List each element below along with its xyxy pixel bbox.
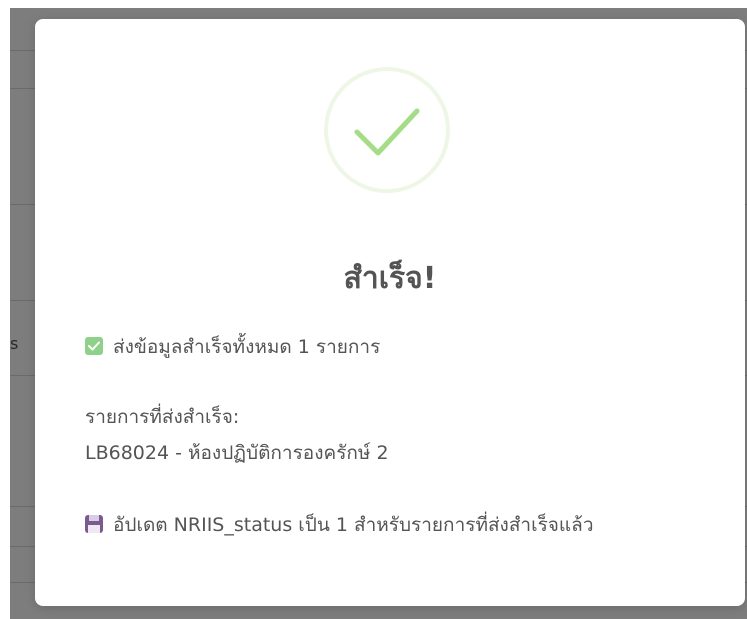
- update-note-text: อัปเดต NRIIS_status เป็น 1 สำหรับรายการท…: [113, 514, 594, 536]
- floppy-label: [88, 525, 100, 533]
- list-label: รายการที่ส่งสำเร็จ:: [85, 406, 240, 428]
- check-circle-icon: [324, 67, 450, 193]
- summary-line: ส่งข้อมูลสำเร็จทั้งหมด 1 รายการ: [85, 332, 380, 362]
- dialog-title: สำเร็จ!: [343, 261, 437, 296]
- floppy-disk-icon: [85, 515, 103, 533]
- summary-text: ส่งข้อมูลสำเร็จทั้งหมด 1 รายการ: [113, 336, 381, 358]
- check-glyph-icon: [88, 341, 100, 351]
- check-mark-icon: [354, 108, 420, 156]
- update-note-line: อัปเดต NRIIS_status เป็น 1 สำหรับรายการท…: [85, 510, 594, 540]
- background-text-fragment: s: [10, 334, 19, 353]
- floppy-shutter: [89, 515, 99, 521]
- check-mark-button-icon: [85, 337, 103, 355]
- success-dialog: สำเร็จ! ส่งข้อมูลสำเร็จทั้งหมด 1 รายการ …: [35, 19, 745, 606]
- list-item: LB68024 - ห้องปฏิบัติการองครักษ์ 2: [85, 442, 389, 464]
